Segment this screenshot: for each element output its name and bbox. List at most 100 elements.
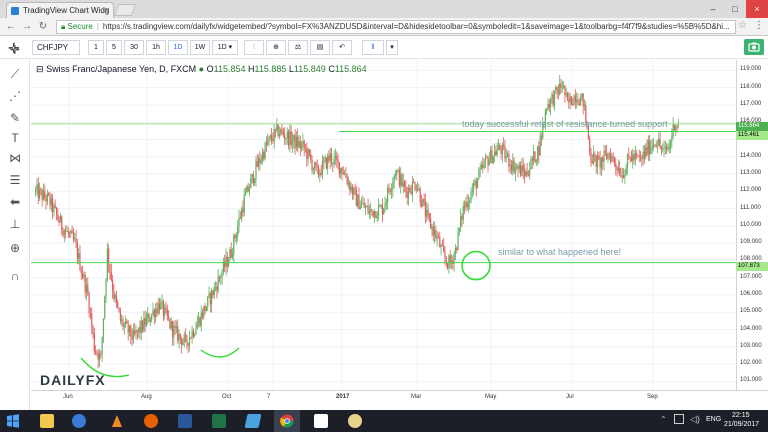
- candle-body: [289, 130, 291, 146]
- candle-body: [398, 170, 400, 186]
- candle-body: [506, 154, 509, 157]
- candle-body: [474, 180, 476, 184]
- time-tick-label: Jul: [566, 394, 574, 400]
- ruler-icon[interactable]: ⊥: [6, 216, 24, 232]
- candle-body: [646, 147, 648, 155]
- close-window-icon[interactable]: ×: [746, 0, 768, 18]
- candle-body: [85, 284, 88, 293]
- candle-body: [568, 99, 570, 103]
- candle-body: [551, 94, 553, 99]
- candle-body: [37, 184, 39, 199]
- tray-chevron-icon[interactable]: ⌃: [660, 415, 667, 424]
- candle-body: [521, 165, 523, 176]
- candle-body: [199, 317, 201, 326]
- bookmark-star-icon[interactable]: ☆: [738, 20, 747, 31]
- candle-body: [113, 290, 115, 299]
- candle-body: [673, 123, 676, 130]
- undo-button[interactable]: ↶: [332, 40, 352, 55]
- interval-5m-button[interactable]: 5: [106, 40, 122, 55]
- maximize-icon[interactable]: □: [724, 0, 746, 18]
- interval-1w-button[interactable]: 1W: [190, 40, 210, 55]
- fib-tool-icon[interactable]: ⋰: [6, 88, 24, 104]
- reload-icon[interactable]: ↻: [36, 20, 50, 34]
- candle-body: [256, 161, 258, 167]
- language-indicator[interactable]: ENG: [706, 416, 721, 423]
- text-tool-icon[interactable]: T: [6, 130, 24, 146]
- taskbar-vlc[interactable]: [104, 410, 130, 432]
- cursor-icon[interactable]: ✛: [6, 42, 24, 58]
- indicators-button[interactable]: ⚖: [288, 40, 308, 55]
- taskbar-firefox[interactable]: [138, 410, 164, 432]
- candle-body: [257, 158, 260, 167]
- candle-body: [492, 156, 494, 164]
- clock-time[interactable]: 22:15: [732, 412, 750, 419]
- magnet-icon[interactable]: ∩: [6, 268, 24, 284]
- collapse-icon[interactable]: ⊟: [36, 64, 44, 74]
- candle-body: [624, 174, 626, 178]
- brush-icon[interactable]: ✎: [6, 110, 24, 126]
- candle-body: [422, 198, 424, 207]
- interval-dropdown[interactable]: 1D ▾: [212, 40, 238, 55]
- candle-body: [239, 217, 241, 219]
- studies-button[interactable]: ⫴: [362, 40, 384, 55]
- minimize-icon[interactable]: –: [702, 0, 724, 18]
- taskbar-media-player[interactable]: [66, 410, 92, 432]
- tab-close-icon[interactable]: ×: [104, 5, 109, 15]
- candle-body: [130, 325, 132, 337]
- compare-button[interactable]: ⊕: [266, 40, 286, 55]
- candle-body: [518, 165, 520, 170]
- candle-body: [119, 311, 121, 321]
- back-arrow-icon[interactable]: ←: [4, 20, 18, 34]
- arrow-left-icon[interactable]: ⬅: [6, 194, 24, 210]
- interval-1h-button[interactable]: 1h: [146, 40, 166, 55]
- price-tick-label: 119.000: [740, 66, 762, 73]
- candle-body: [175, 326, 178, 328]
- taskbar-acrobat[interactable]: [308, 410, 334, 432]
- candle-body: [109, 264, 111, 272]
- interval-1m-button[interactable]: 1: [88, 40, 104, 55]
- candle-body: [342, 173, 344, 175]
- annotation-similar[interactable]: similar to what happened here!: [498, 247, 621, 257]
- candle-body: [145, 317, 148, 326]
- highlight-circle: [461, 250, 491, 281]
- line-tool-icon[interactable]: ⟋: [6, 66, 24, 82]
- network-icon[interactable]: [674, 414, 684, 424]
- taskbar-excel[interactable]: [206, 410, 232, 432]
- candle-body: [500, 148, 502, 155]
- candle-body: [377, 205, 380, 217]
- snapshot-camera-button[interactable]: [744, 39, 764, 55]
- studies-dropdown-button[interactable]: ▾: [386, 40, 398, 55]
- candle-body: [466, 201, 468, 208]
- zoom-in-icon[interactable]: ⊕: [6, 240, 24, 256]
- pattern-tool-icon[interactable]: ⋈: [6, 150, 24, 166]
- candle-body: [153, 310, 155, 318]
- annotation-retest[interactable]: today successful retest of resistance tu…: [462, 119, 668, 129]
- candle-body: [234, 235, 236, 239]
- candle-body: [188, 337, 191, 346]
- taskbar-word[interactable]: [172, 410, 198, 432]
- prediction-tool-icon[interactable]: ☰: [6, 172, 24, 188]
- bar-style-button[interactable]: ⫶: [244, 40, 264, 55]
- volume-icon[interactable]: ◁): [690, 414, 700, 425]
- interval-1d-button[interactable]: 1D: [168, 40, 188, 55]
- forward-arrow-icon[interactable]: →: [20, 20, 34, 34]
- candlestick-chart[interactable]: [31, 60, 736, 390]
- start-button[interactable]: [0, 410, 26, 432]
- candle-body: [600, 157, 603, 168]
- taskbar-chrome[interactable]: [274, 410, 300, 432]
- time-axis[interactable]: Jun Aug Oct 7 2017 Mar May Jul Sep: [31, 390, 768, 408]
- candle-body: [332, 162, 334, 164]
- browser-tab[interactable]: TradingView Chart Widg ×: [6, 2, 114, 18]
- layout-button[interactable]: ▤: [310, 40, 330, 55]
- taskbar-app[interactable]: [240, 410, 266, 432]
- symbol-input[interactable]: CHFJPY: [32, 40, 80, 55]
- browser-menu-icon[interactable]: ⋮: [754, 20, 764, 31]
- url-field[interactable]: 🔒︎ Secure | https://s.tradingview.com/dail…: [56, 20, 736, 34]
- chart-pane[interactable]: [31, 60, 736, 390]
- taskbar-paint[interactable]: [342, 410, 368, 432]
- candle-body: [465, 201, 467, 208]
- clock-date[interactable]: 21/09/2017: [724, 421, 759, 428]
- interval-30m-button[interactable]: 30: [124, 40, 144, 55]
- price-axis[interactable]: 101.000 102.000 103.000 104.000 105.000 106.0…: [736, 60, 768, 390]
- taskbar-file-explorer[interactable]: [34, 410, 60, 432]
